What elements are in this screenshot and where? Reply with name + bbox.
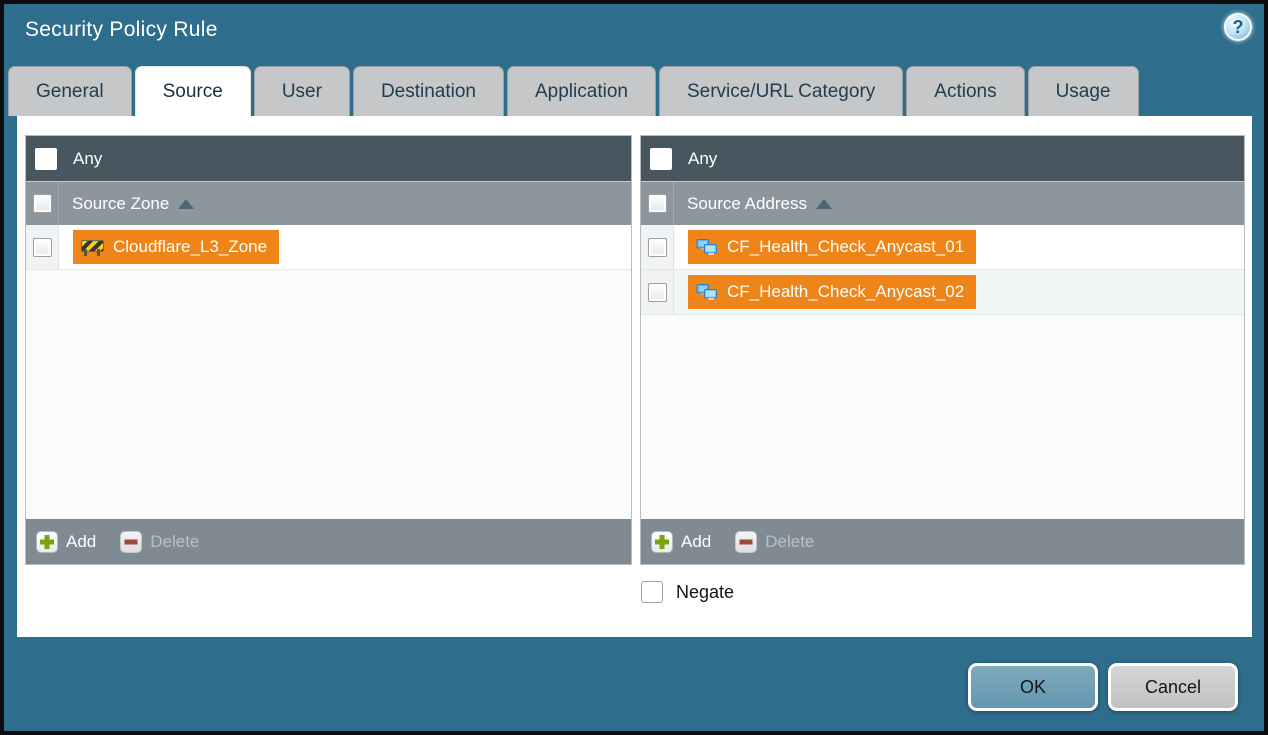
- address-icon: [696, 237, 718, 258]
- zone-object-label: Cloudflare_L3_Zone: [113, 237, 267, 257]
- table-row[interactable]: CF_Health_Check_Anycast_02: [641, 270, 1244, 315]
- tab-actions[interactable]: Actions: [906, 66, 1024, 116]
- source-address-toolbar: Add Delete: [641, 519, 1244, 564]
- any-label: Any: [688, 149, 717, 169]
- zone-object-chip[interactable]: Cloudflare_L3_Zone: [73, 230, 279, 264]
- source-address-panel: Any Source Address: [640, 135, 1245, 565]
- any-checkbox-source-address[interactable]: [650, 148, 672, 170]
- negate-control: Negate: [641, 581, 734, 603]
- ok-button[interactable]: OK: [968, 663, 1098, 711]
- tab-label: Source: [163, 81, 223, 103]
- source-tab-content: Any Source Zone: [17, 116, 1252, 637]
- any-checkbox-source-zone[interactable]: [35, 148, 57, 170]
- minus-icon: [120, 531, 142, 553]
- dialog-background: Security Policy Rule ? General Source Us…: [4, 4, 1264, 731]
- negate-label: Negate: [676, 582, 734, 603]
- tab-label: Application: [535, 81, 628, 103]
- dialog-action-bar: OK Cancel: [968, 663, 1238, 711]
- address-object-chip[interactable]: CF_Health_Check_Anycast_02: [688, 275, 976, 309]
- source-zone-any-header: Any: [26, 136, 631, 181]
- delete-button[interactable]: Delete: [120, 531, 199, 553]
- row-checkbox-cell: [26, 225, 59, 269]
- tab-application[interactable]: Application: [507, 66, 656, 116]
- sort-ascending-icon: [178, 199, 194, 209]
- table-row[interactable]: CF_Health_Check_Anycast_01: [641, 225, 1244, 270]
- minus-icon: [735, 531, 757, 553]
- add-button[interactable]: Add: [36, 531, 96, 553]
- source-address-rows: CF_Health_Check_Anycast_01: [641, 225, 1244, 519]
- add-label: Add: [66, 532, 96, 552]
- address-icon: [696, 282, 718, 303]
- row-checkbox[interactable]: [648, 238, 667, 257]
- sort-ascending-icon: [816, 199, 832, 209]
- page-title: Security Policy Rule: [25, 18, 218, 42]
- tab-label: General: [36, 81, 104, 103]
- add-label: Add: [681, 532, 711, 552]
- source-zone-column-header[interactable]: Source Zone: [26, 181, 631, 225]
- delete-label: Delete: [765, 532, 814, 552]
- tab-usage[interactable]: Usage: [1028, 66, 1139, 116]
- delete-button[interactable]: Delete: [735, 531, 814, 553]
- source-address-any-header: Any: [641, 136, 1244, 181]
- tab-user[interactable]: User: [254, 66, 350, 116]
- row-checkbox-cell: [641, 270, 674, 314]
- select-all-cell: [26, 182, 59, 225]
- source-zone-panel: Any Source Zone: [25, 135, 632, 565]
- plus-icon: [651, 531, 673, 553]
- zone-icon: [81, 239, 104, 256]
- security-policy-rule-dialog: Security Policy Rule ? General Source Us…: [0, 0, 1268, 735]
- source-zone-rows: Cloudflare_L3_Zone: [26, 225, 631, 519]
- tab-source[interactable]: Source: [135, 66, 251, 116]
- tab-destination[interactable]: Destination: [353, 66, 504, 116]
- tab-label: Destination: [381, 81, 476, 103]
- address-object-label: CF_Health_Check_Anycast_01: [727, 237, 964, 257]
- negate-checkbox[interactable]: [641, 581, 663, 603]
- any-label: Any: [73, 149, 102, 169]
- source-zone-toolbar: Add Delete: [26, 519, 631, 564]
- column-header-label: Source Zone: [72, 194, 169, 214]
- tab-bar: General Source User Destination Applicat…: [8, 66, 1139, 116]
- tab-label: User: [282, 81, 322, 103]
- cancel-button[interactable]: Cancel: [1108, 663, 1238, 711]
- address-object-label: CF_Health_Check_Anycast_02: [727, 282, 964, 302]
- tab-service-url-category[interactable]: Service/URL Category: [659, 66, 903, 116]
- tab-label: Usage: [1056, 81, 1111, 103]
- help-icon[interactable]: ?: [1224, 13, 1252, 41]
- tab-general[interactable]: General: [8, 66, 132, 116]
- delete-label: Delete: [150, 532, 199, 552]
- tab-label: Service/URL Category: [687, 81, 875, 103]
- address-object-chip[interactable]: CF_Health_Check_Anycast_01: [688, 230, 976, 264]
- row-checkbox[interactable]: [33, 238, 52, 257]
- plus-icon: [36, 531, 58, 553]
- select-all-cell: [641, 182, 674, 225]
- tab-label: Actions: [934, 81, 996, 103]
- add-button[interactable]: Add: [651, 531, 711, 553]
- row-checkbox[interactable]: [648, 283, 667, 302]
- row-checkbox-cell: [641, 225, 674, 269]
- table-row[interactable]: Cloudflare_L3_Zone: [26, 225, 631, 270]
- source-address-column-header[interactable]: Source Address: [641, 181, 1244, 225]
- column-header-label: Source Address: [687, 194, 807, 214]
- select-all-checkbox-source-zone[interactable]: [33, 194, 52, 213]
- select-all-checkbox-source-address[interactable]: [648, 194, 667, 213]
